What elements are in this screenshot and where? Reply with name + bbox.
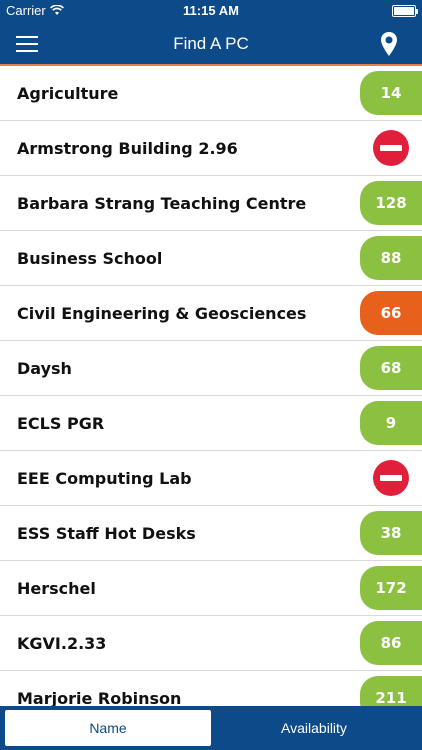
room-name: ECLS PGR	[17, 414, 105, 433]
list-item[interactable]: EEE Computing Lab	[0, 451, 422, 506]
tab-name[interactable]: Name	[5, 710, 211, 746]
room-name: Herschel	[17, 579, 96, 598]
room-name: Agriculture	[17, 84, 119, 103]
list-item[interactable]: Armstrong Building 2.96	[0, 121, 422, 176]
status-bar: Carrier 11:15 AM	[0, 0, 422, 22]
nav-bar: Find A PC	[0, 22, 422, 66]
room-name: Barbara Strang Teaching Centre	[17, 194, 307, 213]
room-name: KGVI.2.33	[17, 634, 107, 653]
room-name: Armstrong Building 2.96	[17, 139, 238, 158]
room-name: EEE Computing Lab	[17, 469, 192, 488]
available-count-badge: 211	[360, 676, 422, 706]
list-item[interactable]: Agriculture 14	[0, 66, 422, 121]
available-count-badge: 68	[360, 346, 422, 390]
available-count-badge: 88	[360, 236, 422, 280]
battery-icon	[392, 5, 418, 17]
available-count-badge: 66	[360, 291, 422, 335]
room-name: ESS Staff Hot Desks	[17, 524, 196, 543]
tab-availability[interactable]: Availability	[211, 710, 417, 746]
list-item[interactable]: Marjorie Robinson 211	[0, 671, 422, 706]
room-list: Agriculture 14 Armstrong Building 2.96 Barb…	[0, 66, 422, 706]
room-name: Business School	[17, 249, 163, 268]
available-count-badge: 9	[360, 401, 422, 445]
no-entry-icon	[373, 460, 409, 496]
list-item[interactable]: ESS Staff Hot Desks 38	[0, 506, 422, 561]
list-item[interactable]: KGVI.2.33 86	[0, 616, 422, 671]
room-name: Civil Engineering & Geosciences	[17, 304, 307, 323]
available-count-badge: 172	[360, 566, 422, 610]
room-name: Daysh	[17, 359, 72, 378]
list-item[interactable]: Daysh 68	[0, 341, 422, 396]
available-count-badge: 86	[360, 621, 422, 665]
list-item[interactable]: Civil Engineering & Geosciences 66	[0, 286, 422, 341]
room-name: Marjorie Robinson	[17, 689, 182, 706]
list-item[interactable]: ECLS PGR 9	[0, 396, 422, 451]
list-item[interactable]: Business School 88	[0, 231, 422, 286]
list-item[interactable]: Barbara Strang Teaching Centre 128	[0, 176, 422, 231]
available-count-badge: 128	[360, 181, 422, 225]
available-count-badge: 38	[360, 511, 422, 555]
map-pin-icon[interactable]	[380, 32, 398, 56]
list-item[interactable]: Herschel 172	[0, 561, 422, 616]
no-entry-icon	[373, 130, 409, 166]
status-time: 11:15 AM	[183, 3, 239, 18]
sort-tab-bar: Name Availability	[0, 706, 422, 750]
available-count-badge: 14	[360, 71, 422, 115]
page-title: Find A PC	[173, 34, 249, 53]
